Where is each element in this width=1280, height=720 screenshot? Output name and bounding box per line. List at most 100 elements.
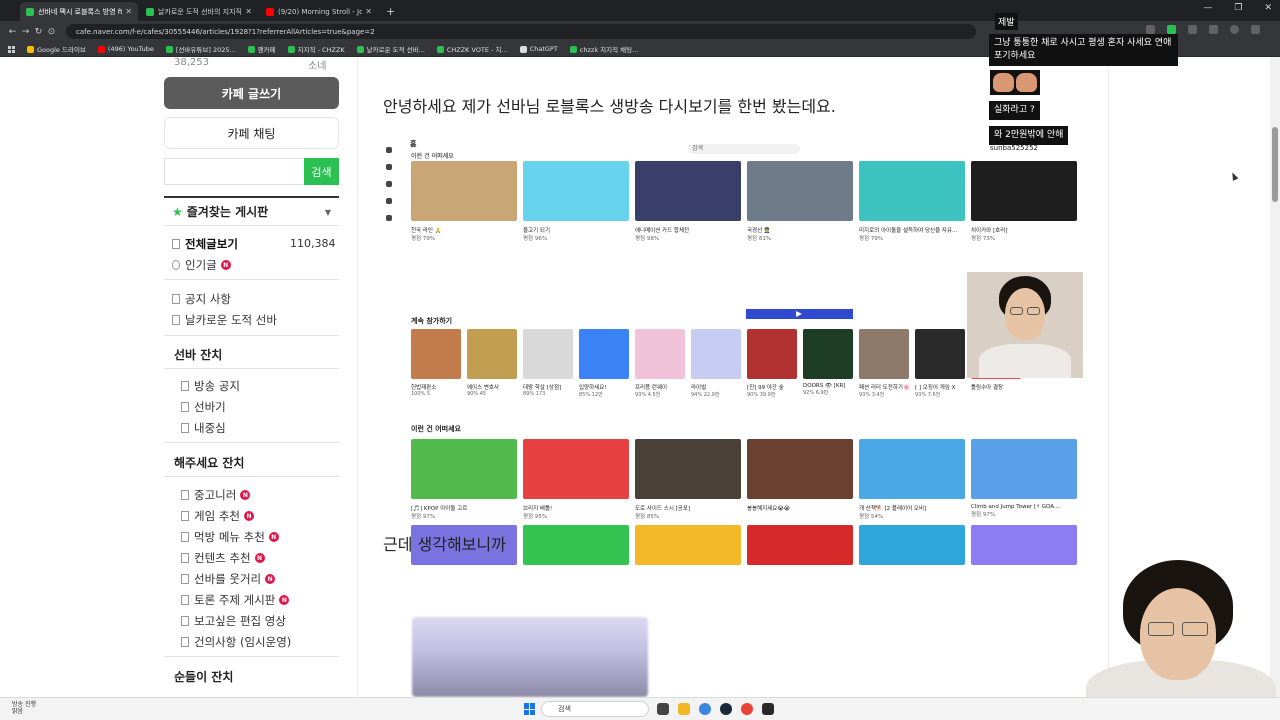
game-card[interactable] [859,525,965,565]
bookmark-item[interactable]: 날카로운 도적 선바... [356,44,425,54]
bookmark-item[interactable]: CHZZK VOTE - 치... [436,44,508,54]
url-input[interactable]: cafe.naver.com/f-e/cafes/30555446/articl… [66,24,976,39]
bookmark-item[interactable]: 지지직 - CHZZK [287,44,345,54]
menu-item[interactable]: 컨텐츠 추천 N [181,550,265,566]
scrollbar-thumb[interactable] [1272,127,1278,202]
tab-close-icon[interactable]: ✕ [245,7,252,16]
menu-item[interactable]: 보고싶은 편집 영상 [181,613,286,629]
browser-tab[interactable]: (9/20) Morning Stroll - Josh K ✕ [260,2,378,21]
game-card[interactable]: [ ] 오징어 게임 X 93% 7.6천 [915,329,965,398]
menu-popular[interactable]: 인기글 N [172,257,231,273]
reload-icon[interactable]: ↻ [32,27,45,37]
game-card[interactable] [971,525,1077,565]
menu-label: 선바기 [194,400,226,414]
close-window-icon[interactable]: ✕ [1264,3,1272,13]
game-card[interactable]: 치이카와 [호러] 평점 73% [971,161,1077,242]
game-card[interactable] [523,525,629,565]
extension-icon[interactable] [1188,25,1197,34]
game-title: 천국 라인 🙏 [411,228,442,234]
taskbar-widget[interactable]: 방송 진행 맑음 [12,701,36,715]
write-post-button[interactable]: 카페 글쓰기 [164,77,339,109]
menu-item[interactable]: 내중심 [181,420,226,436]
game-card[interactable]: 헌법재판소 100% 5 [411,329,461,397]
menu-item[interactable]: 중고니러 N [181,487,251,503]
bookmark-item[interactable]: (496) YouTube [97,45,154,53]
game-card[interactable]: 프리픙 런웨이 93% 4.5천 [635,329,685,398]
minimize-icon[interactable]: — [1203,3,1212,13]
apps-icon[interactable] [8,45,15,53]
menu-item[interactable]: 방송 공지 [181,378,240,394]
maximize-icon[interactable]: ❐ [1234,3,1242,13]
start-icon[interactable] [524,703,536,715]
new-tab-button[interactable]: + [386,5,395,18]
chrome-icon[interactable] [699,703,711,715]
game-title: 봉봉해지세요😭😭 [747,506,791,512]
game-card[interactable]: 천국 라인 🙏 평점 79% [411,161,517,242]
bookmark-item[interactable]: [선바유튜브] 2025... [165,44,236,54]
divider [164,656,339,657]
game-card[interactable]: 브리지 배틀! 평점 95% [523,439,629,520]
game-card[interactable]: 애니메이션 카드 합체전 평점 98% [635,161,741,242]
menu-item[interactable]: 게임 추천 N [181,508,254,524]
bookmark-item[interactable]: 팬카페 [247,44,276,54]
game-stat: 100% 5 [411,391,431,397]
game-card[interactable]: Climb and Jump Tower [⚡ GOA... 평점 97% [971,439,1077,518]
game-card[interactable]: [진] 99 야간 숲 90% 39.9만 [747,329,797,398]
bookmark-item[interactable]: Google 드라이브 [27,44,86,54]
app-icon[interactable] [762,703,774,715]
menu-item[interactable]: 건의사항 (임시운영) [181,634,291,650]
chrome-icon[interactable] [741,703,753,715]
profile-icon[interactable] [1230,25,1239,34]
extension-icon[interactable] [1209,25,1218,34]
menu-icon[interactable] [1251,25,1260,34]
game-card[interactable]: 라이벌 94% 22.9만 [691,329,741,398]
tab-close-icon[interactable]: ✕ [365,7,372,16]
menu-item[interactable]: 먹방 메뉴 추천 N [181,529,279,545]
game-card[interactable]: 입양하세요! 85% 12만 [579,329,629,398]
file-explorer-icon[interactable] [678,703,690,715]
steam-icon[interactable] [720,703,732,715]
menu-notice[interactable]: 공지 사항 [172,291,231,307]
menu-sharp-thief[interactable]: 날카로운 도적 선바 [172,312,277,328]
menu-item[interactable]: 토론 주제 게시판 N [181,592,290,608]
menu-item[interactable]: 선바를 웃거리 N [181,571,276,587]
game-card[interactable]: 봉봉해지세요😭😭 [747,439,853,512]
game-card[interactable]: 물고기 되기 평점 96% [523,161,629,242]
back-icon[interactable]: ← [6,27,19,37]
favorites-header[interactable]: ★ 즐겨찾는 게시판 ▼ [164,196,339,226]
game-card[interactable]: 미지로의 아이돌을 설득하여 당신을 자유... 평점 79% [859,161,965,242]
game-card[interactable]: [🎵] KPOP 아이돌 고르 평점 97% [411,439,517,520]
extension-icon[interactable] [1167,25,1176,34]
bookmark-item[interactable]: ChatGPT [519,45,558,53]
bookmark-icon [247,45,255,53]
tab-favicon-icon [26,7,34,16]
forward-icon[interactable]: → [19,27,32,37]
bookmark-item[interactable]: chzzk 치지직 채팅... [569,44,638,54]
game-card[interactable]: 개 산책🐕 [2 플레이어 오비] 평점 54% [859,439,965,520]
game-card[interactable]: 에이스 변호사 90% 45 [467,329,517,397]
browser-tab[interactable]: 선바네 팩시 로블록스 방영 ft ✕ [20,2,138,21]
game-title: 프리픙 런웨이 [635,385,668,391]
game-card[interactable]: 도로 사이드 스시 [공포] 평점 85% [635,439,741,520]
divider [164,279,339,280]
cafe-search-button[interactable]: 검색 [304,158,339,185]
document-icon [181,532,189,542]
browser-tab[interactable]: 날카로운 도적 선바의 지지직 ✕ [140,2,258,21]
site-info-icon[interactable]: ⊙ [45,27,58,37]
game-card[interactable] [635,525,741,565]
cafe-search-input[interactable] [164,158,304,185]
game-card[interactable]: 대왕 학살 [상점] 89% 173 [523,329,573,397]
game-card[interactable]: 국경선 👮 평점 81% [747,161,853,242]
game-card[interactable] [747,525,853,565]
cafe-chat-button[interactable]: 카페 채팅 [164,117,339,149]
game-card[interactable]: 패션 리더 도전하기🌸 93% 3.4천 [859,329,909,398]
task-view-icon[interactable] [657,703,669,715]
game-card[interactable]: DOORS 👁 [KR] 92% 6.9만 [803,329,853,396]
tab-close-icon[interactable]: ✕ [125,7,132,16]
chevron-down-icon[interactable]: ▼ [325,208,331,217]
extension-icon[interactable] [1146,25,1155,34]
taskbar-search[interactable]: 검색 [541,701,649,717]
divider [164,335,339,336]
menu-item[interactable]: 선바기 [181,399,226,415]
menu-all-posts[interactable]: 전체글보기 [172,236,238,252]
